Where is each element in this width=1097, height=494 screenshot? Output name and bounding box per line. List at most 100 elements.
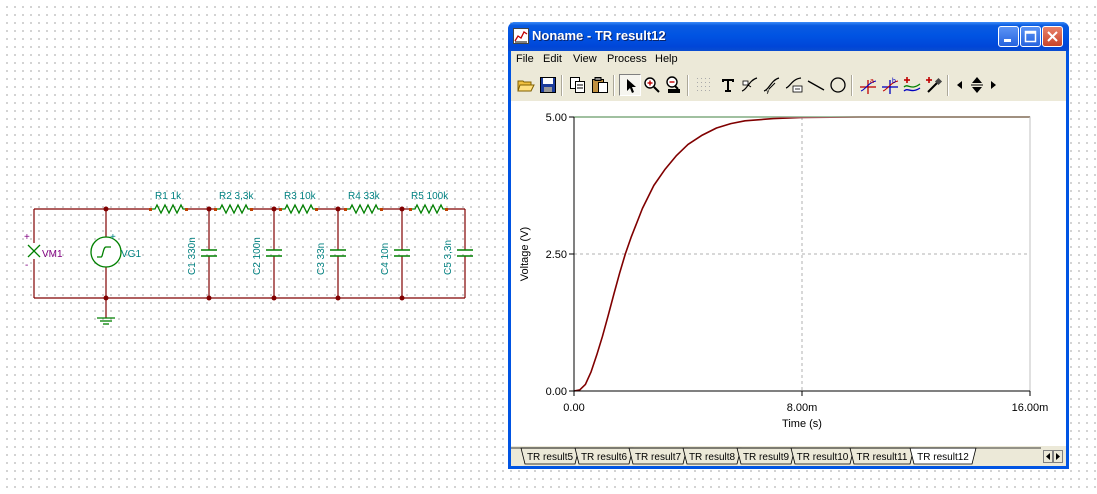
vm1-label: VM1 (42, 249, 63, 260)
chart-tick-labels: 0.00 8.00m 16.00m 0.00 2.50 5.00 (546, 112, 1049, 414)
zoom-in-button[interactable] (641, 74, 663, 96)
menu-file[interactable]: File (516, 53, 534, 65)
vg1-plus: + (110, 232, 116, 243)
chart-grid (574, 117, 1030, 391)
minimize-icon (1004, 39, 1011, 42)
open-button[interactable] (515, 74, 537, 96)
open-icon (517, 80, 535, 92)
r2-label: R2 3,3k (219, 191, 254, 202)
axis-label-button[interactable] (783, 74, 805, 96)
tab-label: TR result5 (527, 452, 574, 463)
cursor-b-button[interactable]: b (879, 74, 901, 96)
tab-label: TR result10 (797, 452, 849, 463)
vg1-label: VG1 (121, 249, 141, 260)
chart-app-icon (513, 28, 529, 44)
cursor-a-icon: a (860, 78, 877, 94)
plot-area[interactable]: 0.00 8.00m 16.00m 0.00 2.50 5.00 Time (s) Vol… (511, 101, 1066, 446)
tab-scroll-arrows[interactable] (1043, 450, 1063, 463)
tab-tr-result8[interactable]: TR result8 (682, 447, 742, 465)
tab-tr-result11[interactable]: TR result11 (849, 447, 915, 465)
x-tick-label: 0.00 (563, 402, 584, 414)
c5-label: C5 3,3n (443, 240, 454, 275)
save-icon (540, 77, 556, 93)
capacitor-c4[interactable] (394, 249, 410, 257)
curve-label-button[interactable] (739, 74, 761, 96)
resistor-r1[interactable] (150, 203, 186, 215)
paste-icon (592, 77, 608, 93)
vm1-plus: + (24, 232, 30, 243)
capacitor-c5[interactable] (457, 249, 473, 257)
maximize-icon (1024, 30, 1037, 43)
grid-button[interactable] (693, 74, 715, 96)
toolbar: y a b (511, 73, 1066, 99)
copy-button[interactable] (567, 74, 589, 96)
cursor-b-icon: b (882, 78, 899, 94)
capacitor-c3[interactable] (330, 249, 346, 257)
move-vertical-button[interactable] (967, 74, 987, 96)
menu-process[interactable]: Process (607, 53, 647, 65)
zoom-100-button[interactable] (663, 74, 685, 96)
svg-text:a: a (870, 78, 874, 85)
voltmeter-vm1[interactable]: + - VM1 (24, 232, 63, 271)
text-button[interactable] (717, 74, 739, 96)
menu-bar: File Edit View Process Help (511, 51, 1066, 69)
capacitor-c2[interactable] (266, 249, 282, 257)
add-curve-button[interactable] (901, 74, 923, 96)
svg-text:b: b (892, 78, 896, 85)
cursor-a-button[interactable]: a (857, 74, 879, 96)
tab-label: TR result9 (743, 452, 790, 463)
resistor-r3[interactable] (280, 203, 316, 215)
diagram-window[interactable]: Noname - TR result12 File Edit View Proc… (508, 22, 1069, 469)
tab-tr-result6[interactable]: TR result6 (574, 447, 634, 465)
text-icon (722, 79, 734, 92)
source-vg1[interactable]: + VG1 (90, 232, 141, 268)
zoom-in-icon (644, 77, 660, 93)
close-button[interactable] (1042, 26, 1063, 47)
schematic[interactable]: + - VM1 + VG1 R1 1k R2 3,3k R3 10k R4 33… (0, 0, 505, 340)
pointer-button[interactable] (619, 74, 641, 96)
tab-label: TR result12 (917, 452, 969, 463)
c3-label: C3 33n (316, 243, 327, 275)
ground-icon (97, 317, 115, 325)
y-axis-label: Voltage (V) (519, 227, 531, 281)
tab-tr-result5[interactable]: TR result5 (520, 447, 580, 465)
tab-tr-result7[interactable]: TR result7 (628, 447, 688, 465)
zoom-100-icon (666, 76, 680, 93)
pick-button[interactable] (923, 74, 945, 96)
svg-text:y: y (766, 88, 770, 94)
resistor-r2[interactable] (215, 203, 251, 215)
r5-label: R5 100k (411, 191, 449, 202)
tab-tr-result10[interactable]: TR result10 (790, 447, 855, 465)
x-axis-label: Time (s) (782, 418, 822, 430)
curve-label-2-button[interactable]: y (761, 74, 783, 96)
save-button[interactable] (537, 74, 559, 96)
paste-button[interactable] (589, 74, 611, 96)
pick-icon (926, 77, 943, 93)
tab-label: TR result6 (581, 452, 628, 463)
y-tick-label: 5.00 (546, 112, 567, 124)
chart-axes (569, 116, 1031, 396)
grid-icon (697, 78, 710, 91)
scroll-right-button[interactable] (987, 74, 1001, 96)
tab-tr-result9[interactable]: TR result9 (736, 447, 796, 465)
minimize-button[interactable] (998, 26, 1019, 47)
title-bar[interactable]: Noname - TR result12 (508, 22, 1069, 51)
capacitor-c1[interactable] (201, 249, 217, 257)
curve-label-icon (741, 77, 758, 92)
menu-help[interactable]: Help (655, 53, 678, 65)
scroll-right-icon (991, 81, 996, 89)
transient-chart[interactable]: 0.00 8.00m 16.00m 0.00 2.50 5.00 Time (s) Vol… (511, 101, 1066, 446)
menu-edit[interactable]: Edit (543, 53, 562, 65)
maximize-button[interactable] (1020, 26, 1041, 47)
resistor-r4[interactable] (345, 203, 381, 215)
menu-view[interactable]: View (573, 53, 597, 65)
window-title: Noname - TR result12 (532, 28, 666, 43)
line-button[interactable] (805, 74, 827, 96)
circle-button[interactable] (827, 74, 849, 96)
curve-label-2-icon: y (763, 77, 780, 94)
axis-label-icon (785, 77, 803, 93)
tab-tr-result12[interactable]: TR result12 (909, 447, 977, 465)
resistor-r5[interactable] (410, 203, 446, 215)
c4-label: C4 10n (380, 243, 391, 275)
scroll-left-button[interactable] (953, 74, 967, 96)
